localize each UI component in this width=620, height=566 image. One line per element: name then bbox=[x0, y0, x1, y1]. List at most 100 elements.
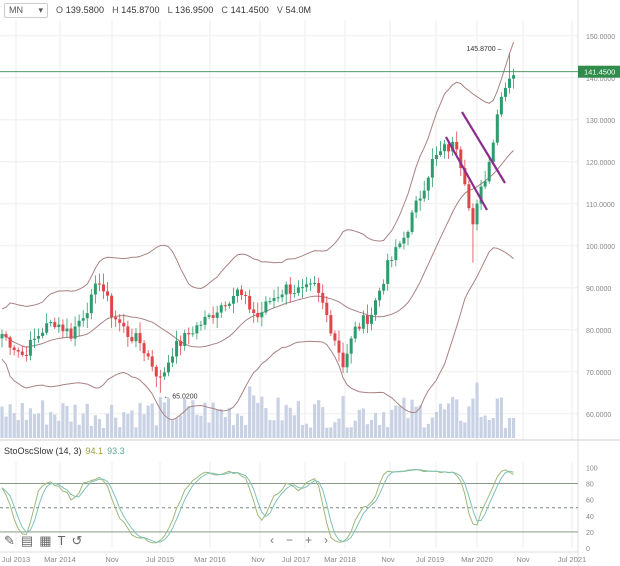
candle-body bbox=[93, 283, 97, 295]
volume-bar bbox=[162, 402, 166, 438]
volume-bar bbox=[300, 424, 305, 438]
price-tick-label: 130.0000 bbox=[586, 118, 615, 125]
zoom-in-button[interactable]: + bbox=[305, 533, 312, 547]
candle-body bbox=[491, 142, 495, 162]
candle-body bbox=[503, 87, 507, 97]
volume-bar bbox=[264, 408, 268, 438]
candle-body bbox=[199, 324, 203, 326]
candle-body bbox=[24, 354, 28, 356]
candle-body bbox=[122, 322, 126, 327]
volume-bar bbox=[373, 412, 378, 438]
volume-bar bbox=[248, 386, 252, 438]
pencil-icon[interactable]: ✎ bbox=[4, 533, 15, 549]
volume-bar bbox=[154, 425, 158, 438]
time-tick-label: Mar 2020 bbox=[461, 555, 493, 564]
volume-bar bbox=[345, 427, 349, 438]
candle-body bbox=[369, 314, 373, 324]
scroll-left-button[interactable]: ‹ bbox=[270, 533, 274, 547]
volume-bar bbox=[382, 412, 386, 438]
candle-body bbox=[158, 376, 162, 378]
candle-body bbox=[142, 343, 146, 354]
candle-body bbox=[162, 372, 166, 377]
volume-bar bbox=[183, 399, 187, 438]
price-chart[interactable]: 60.0000 70.0000 80.0000 90.0000 100.0000 110.… bbox=[0, 0, 620, 566]
volume-bar bbox=[483, 415, 487, 438]
volume-bar bbox=[16, 419, 20, 438]
volume-bar bbox=[353, 420, 357, 438]
osc-tick-label: 0 bbox=[586, 546, 590, 553]
undo-icon[interactable]: ↺ bbox=[71, 533, 82, 549]
volume-bar bbox=[292, 415, 296, 438]
volume-bar bbox=[337, 418, 341, 438]
candle-body bbox=[430, 159, 434, 178]
candle-body bbox=[398, 243, 402, 248]
candle-body bbox=[219, 305, 223, 313]
volume-bar bbox=[158, 397, 162, 438]
layers-icon[interactable]: ▦ bbox=[39, 533, 51, 549]
candle-body bbox=[365, 315, 369, 324]
volume-bar bbox=[422, 427, 426, 438]
price-tick-label: 100.0000 bbox=[586, 244, 615, 251]
trend-channel-lower bbox=[445, 136, 488, 211]
text-icon[interactable]: T bbox=[58, 533, 66, 549]
candle-body bbox=[374, 300, 378, 315]
volume-bar bbox=[134, 427, 138, 438]
candle-body bbox=[386, 260, 390, 284]
candle-body bbox=[126, 326, 130, 337]
volume-bar bbox=[8, 404, 12, 438]
candle-body bbox=[357, 326, 361, 329]
candle-body bbox=[150, 356, 154, 367]
volume-bar bbox=[438, 403, 443, 438]
volume-bar bbox=[390, 409, 394, 438]
volume-bar bbox=[349, 427, 353, 438]
volume-bar bbox=[20, 402, 24, 438]
ruler-icon[interactable]: ▤ bbox=[21, 533, 33, 549]
volume-bar bbox=[32, 414, 37, 438]
osc-tick-label: 20 bbox=[586, 530, 594, 537]
volume-bar bbox=[479, 417, 483, 438]
volume-bar bbox=[223, 416, 227, 438]
candle-body bbox=[353, 326, 357, 339]
volume-bar bbox=[252, 395, 256, 438]
volume-bar bbox=[244, 425, 248, 438]
time-tick-label: Jul 2021 bbox=[558, 555, 586, 564]
candle-body bbox=[28, 339, 32, 356]
volume-bar bbox=[187, 405, 191, 438]
candle-body bbox=[171, 356, 175, 363]
volume-bar bbox=[195, 414, 199, 438]
price-tick-label: 80.0000 bbox=[586, 328, 611, 335]
scroll-right-button[interactable]: › bbox=[324, 533, 328, 547]
volume-bar bbox=[313, 404, 317, 438]
volume-bar bbox=[4, 416, 8, 438]
candle-body bbox=[495, 114, 499, 143]
volume-bar bbox=[406, 418, 410, 438]
candle-body bbox=[146, 353, 150, 357]
candle-body bbox=[110, 295, 114, 318]
time-tick-label: Jul 2019 bbox=[416, 555, 444, 564]
candle-body bbox=[280, 294, 284, 298]
candle-body bbox=[211, 315, 215, 318]
volume-bar bbox=[418, 405, 422, 438]
volume-bar bbox=[207, 422, 211, 438]
volume-bar bbox=[199, 415, 203, 438]
candle-body bbox=[305, 284, 308, 288]
volume-bar bbox=[49, 412, 53, 438]
volume-bar bbox=[426, 423, 430, 438]
time-tick-label: Jul 2017 bbox=[282, 555, 310, 564]
candle-body bbox=[313, 282, 317, 284]
volume-bar bbox=[451, 397, 455, 438]
candle-body bbox=[130, 336, 134, 342]
candle-body bbox=[248, 295, 252, 310]
candle-body bbox=[175, 340, 179, 357]
volume-bar bbox=[77, 424, 81, 438]
volume-bar bbox=[430, 417, 434, 438]
candle-body bbox=[106, 291, 110, 296]
zoom-out-button[interactable]: − bbox=[286, 533, 293, 547]
price-tick-label: 120.0000 bbox=[586, 160, 615, 167]
volume-bar bbox=[357, 409, 361, 438]
candle-body bbox=[227, 303, 231, 306]
symbol-selector[interactable]: MN ▾ bbox=[4, 2, 48, 18]
candle-body bbox=[231, 295, 235, 304]
volume-bar bbox=[41, 400, 45, 438]
symbol-label: MN bbox=[9, 5, 23, 15]
